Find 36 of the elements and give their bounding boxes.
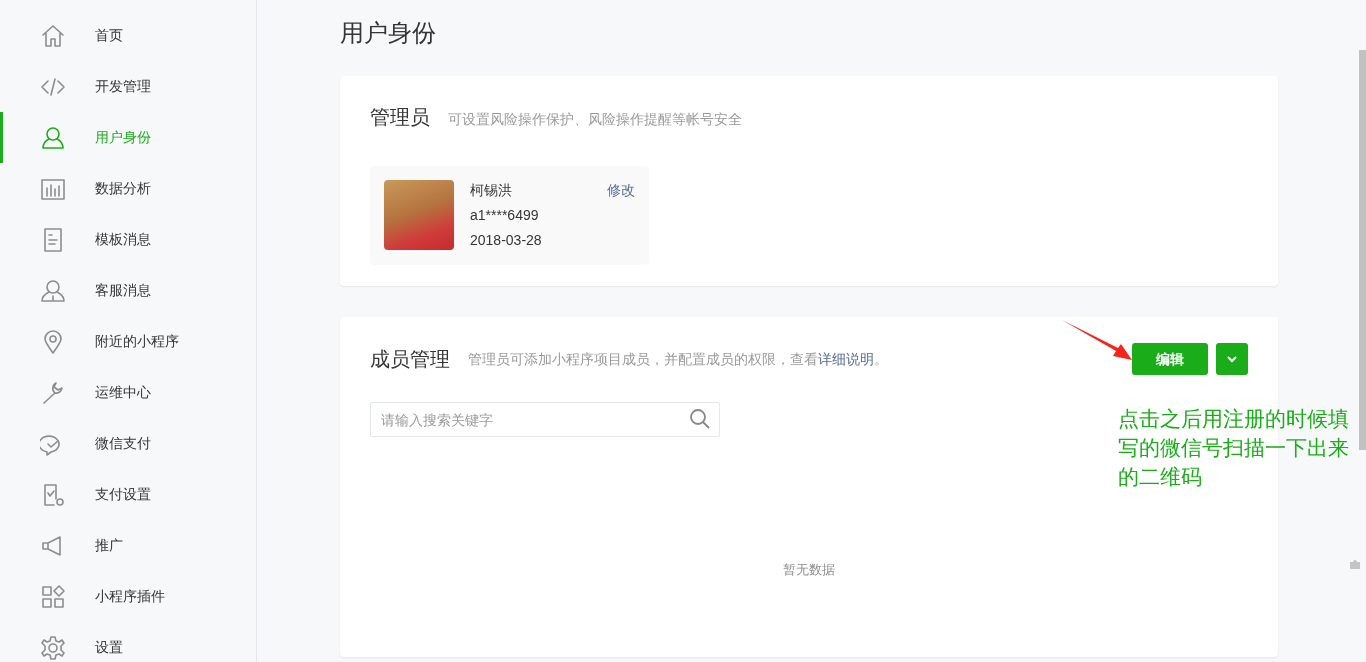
- section-description: 可设置风险操作保护、风险操作提醒等帐号安全: [448, 110, 742, 129]
- sidebar-item[interactable]: 小程序插件: [0, 571, 256, 622]
- home-icon: [40, 22, 66, 49]
- section-title: 管理员: [370, 105, 430, 130]
- empty-state-text: 暂无数据: [783, 562, 835, 577]
- grid-icon: [40, 583, 66, 610]
- search-icon[interactable]: [689, 408, 711, 430]
- search-field[interactable]: 请输入搜索关键字: [370, 402, 720, 437]
- edit-link[interactable]: 修改: [607, 180, 635, 201]
- sidebar-item[interactable]: 客服消息: [0, 265, 256, 316]
- chevron-down-icon: [1226, 355, 1238, 363]
- sidebar-item[interactable]: 首页: [0, 10, 256, 61]
- sidebar-item[interactable]: 设置: [0, 622, 256, 662]
- account-id: a1****6499: [470, 206, 540, 225]
- wrench-icon: [40, 379, 66, 406]
- sidebar-item[interactable]: 数据分析: [0, 163, 256, 214]
- sidebar-item[interactable]: 附近的小程序: [0, 316, 256, 367]
- page-title: 用户身份: [340, 18, 437, 48]
- sidebar-item[interactable]: 运维中心: [0, 367, 256, 418]
- date-text: 2018-03-28: [470, 231, 543, 250]
- dropdown-button[interactable]: [1216, 343, 1248, 375]
- sidebar-item[interactable]: 模板消息: [0, 214, 256, 265]
- sidebar-item[interactable]: 支付设置: [0, 469, 256, 520]
- details-link[interactable]: 详细说明: [818, 350, 874, 367]
- scrollbar[interactable]: [1359, 50, 1366, 450]
- section-description: 管理员可添加小程序项目成员，并配置成员的权限，查看详细说明。: [468, 349, 888, 369]
- settings-icon: [40, 634, 66, 661]
- section-title: 成员管理: [370, 347, 450, 372]
- person-icon: [40, 124, 66, 151]
- sidebar-item[interactable]: 微信支付: [0, 418, 256, 469]
- sidebar-item[interactable]: 开发管理: [0, 61, 256, 112]
- sidebar-item[interactable]: 推广: [0, 520, 256, 571]
- person-icon: [40, 277, 66, 304]
- photo-placeholder: [384, 180, 454, 250]
- admin-name: 柯锡洪: [470, 181, 512, 200]
- annotation-text: 点击之后用注册的时候填写的微信号扫描一下出来的二维码: [1118, 406, 1350, 490]
